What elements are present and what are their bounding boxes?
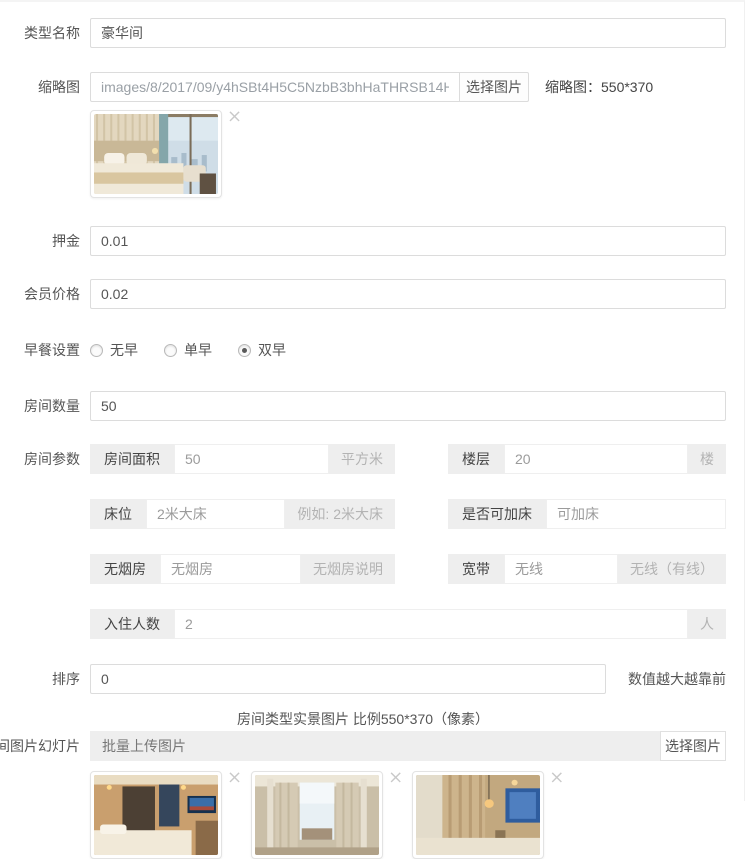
sort-label-text: 排序 (52, 664, 80, 694)
param-broadband-input[interactable] (504, 554, 618, 584)
gallery-thumb-3: × (412, 771, 564, 859)
gallery-thumb-2: × (251, 771, 403, 859)
gallery-thumb-1: × (90, 771, 242, 859)
param-area-suffix: 平方米 (329, 444, 395, 474)
row-deposit: 押金 (0, 226, 744, 256)
hotel-room-photo (94, 114, 218, 194)
type-name-label-text: 类型名称 (24, 18, 80, 48)
gallery-thumb-2-image (251, 771, 383, 859)
breakfast-option-none-label: 无早 (110, 340, 138, 360)
thumbnail-preview-spacer (0, 110, 90, 140)
param-bed-suffix: 例如: 2米大床 (285, 499, 395, 529)
param-area: 房间面积 平方米 (90, 444, 395, 474)
thumbnail-size-note: 缩略图：550*370 (545, 72, 653, 102)
param-occupancy-label: 入住人数 (90, 609, 174, 639)
gallery-choose-button[interactable]: 选择图片 (660, 731, 726, 761)
param-floor-label: 楼层 (448, 444, 504, 474)
breakfast-option-single-label: 单早 (184, 340, 212, 360)
param-bed-input[interactable] (146, 499, 285, 529)
param-bed: 床位 例如: 2米大床 (90, 499, 395, 529)
gallery-heading: 房间类型实景图片 比例550*370（像素） (0, 709, 726, 729)
param-bed-label: 床位 (90, 499, 146, 529)
gallery-label: 房间图片幻灯片 (0, 731, 90, 761)
gallery-thumb-3-remove-icon[interactable]: × (549, 769, 564, 787)
deposit-label-text: 押金 (52, 226, 80, 256)
param-area-label: 房间面积 (90, 444, 174, 474)
deposit-label: 押金 (0, 226, 90, 256)
thumbnail-preview-image (90, 110, 222, 198)
row-gallery-upload: 房间图片幻灯片 选择图片 (0, 731, 744, 761)
sort-note: 数值越大越靠前 (628, 664, 726, 694)
breakfast-option-none[interactable]: 无早 (90, 340, 138, 360)
breakfast-option-double[interactable]: 双早 (238, 340, 286, 360)
row-gallery-thumbs: × (0, 771, 744, 859)
hotel-room-photo (94, 775, 218, 855)
param-floor-input[interactable] (504, 444, 688, 474)
hotel-room-photo (255, 775, 379, 855)
thumbnail-label: 缩略图 (0, 72, 90, 102)
param-floor-suffix: 楼 (688, 444, 726, 474)
type-name-input[interactable] (90, 18, 726, 48)
param-extra-bed: 是否可加床 (448, 499, 726, 529)
row-thumbnail-preview: × (0, 110, 744, 198)
gallery-thumbs-spacer (0, 771, 90, 801)
param-no-smoking-suffix: 无烟房说明 (301, 554, 395, 584)
param-area-input[interactable] (174, 444, 329, 474)
radio-icon[interactable] (238, 344, 251, 357)
room-type-form: 类型名称 缩略图 选择图片 缩略图：550*370 (0, 0, 745, 801)
param-broadband-label: 宽带 (448, 554, 504, 584)
gallery-batch-upload-input[interactable] (90, 731, 660, 761)
member-price-label: 会员价格 (0, 279, 90, 309)
row-thumbnail: 缩略图 选择图片 缩略图：550*370 (0, 72, 744, 102)
breakfast-label: 早餐设置 (0, 339, 90, 361)
breakfast-label-text: 早餐设置 (24, 339, 80, 361)
room-count-label-text: 房间数量 (24, 391, 80, 421)
param-occupancy: 入住人数 人 (90, 609, 726, 639)
gallery-thumb-1-remove-icon[interactable]: × (227, 769, 242, 787)
thumbnail-path-input[interactable] (90, 72, 460, 102)
member-price-input[interactable] (90, 279, 726, 309)
param-extra-bed-input[interactable] (546, 499, 726, 529)
radio-icon[interactable] (164, 344, 177, 357)
sort-label: 排序 (0, 664, 90, 694)
thumbnail-label-text: 缩略图 (38, 72, 80, 102)
param-no-smoking-label: 无烟房 (90, 554, 160, 584)
member-price-label-text: 会员价格 (24, 279, 80, 309)
thumbnail-choose-button[interactable]: 选择图片 (459, 72, 529, 102)
gallery-thumb-3-image (412, 771, 544, 859)
row-sort: 排序 数值越大越靠前 (0, 664, 744, 694)
row-type-name: 类型名称 (0, 18, 744, 48)
thumbnail-remove-icon[interactable]: × (227, 108, 242, 126)
row-room-count: 房间数量 (0, 391, 744, 421)
param-no-smoking-input[interactable] (160, 554, 301, 584)
gallery-label-text: 房间图片幻灯片 (0, 731, 80, 761)
room-params-label-text: 房间参数 (24, 444, 80, 474)
row-room-params: 房间参数 房间面积 平方米 楼层 楼 床位 例如: 2米大床 (0, 444, 744, 664)
param-occupancy-input[interactable] (174, 609, 688, 639)
param-broadband-suffix: 无线（有线） (618, 554, 726, 584)
param-extra-bed-label: 是否可加床 (448, 499, 546, 529)
gallery-thumb-2-remove-icon[interactable]: × (388, 769, 403, 787)
row-member-price: 会员价格 (0, 279, 744, 309)
deposit-input[interactable] (90, 226, 726, 256)
param-floor: 楼层 楼 (448, 444, 726, 474)
room-params-label: 房间参数 (0, 444, 90, 474)
hotel-room-photo (416, 775, 540, 855)
breakfast-option-single[interactable]: 单早 (164, 340, 212, 360)
param-occupancy-suffix: 人 (688, 609, 726, 639)
sort-input[interactable] (90, 664, 606, 694)
room-count-label: 房间数量 (0, 391, 90, 421)
param-no-smoking: 无烟房 无烟房说明 (90, 554, 395, 584)
breakfast-option-double-label: 双早 (258, 340, 286, 360)
room-count-input[interactable] (90, 391, 726, 421)
row-breakfast: 早餐设置 无早 单早 双早 (0, 339, 744, 361)
gallery-thumb-1-image (90, 771, 222, 859)
param-broadband: 宽带 无线（有线） (448, 554, 726, 584)
radio-icon[interactable] (90, 344, 103, 357)
type-name-label: 类型名称 (0, 18, 90, 48)
